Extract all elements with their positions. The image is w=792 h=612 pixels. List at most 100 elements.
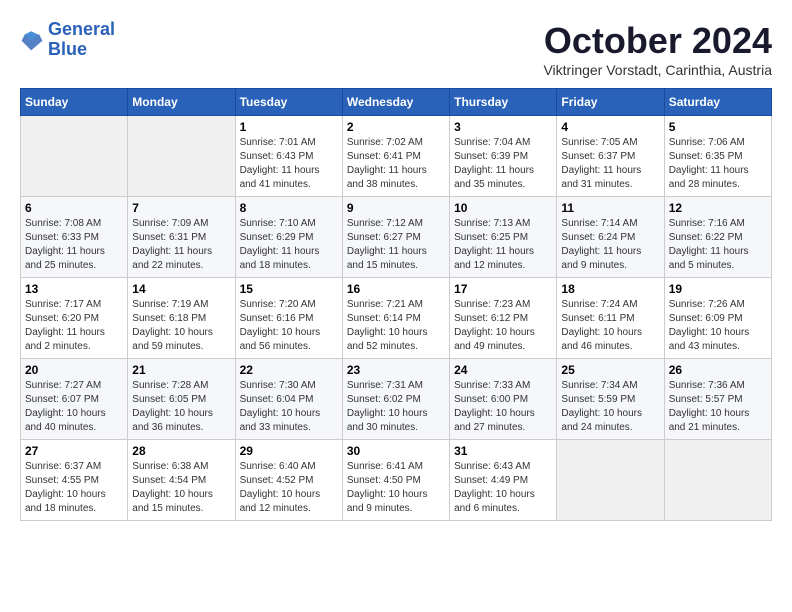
day-detail: Sunrise: 7:02 AMSunset: 6:41 PMDaylight:…	[347, 136, 445, 192]
day-detail: Sunrise: 7:05 AMSunset: 6:37 PMDaylight:…	[561, 136, 659, 192]
calendar-cell: 9 Sunrise: 7:12 AMSunset: 6:27 PMDaylight…	[342, 197, 449, 278]
calendar-cell: 27 Sunrise: 6:37 AMSunset: 4:55 PMDayligh…	[21, 440, 128, 521]
calendar-cell: 11 Sunrise: 7:14 AMSunset: 6:24 PMDayligh…	[557, 197, 664, 278]
day-number: 27	[25, 444, 123, 458]
calendar-cell: 29 Sunrise: 6:40 AMSunset: 4:52 PMDayligh…	[235, 440, 342, 521]
day-number: 21	[132, 363, 230, 377]
day-number: 13	[25, 282, 123, 296]
calendar-week-2: 6 Sunrise: 7:08 AMSunset: 6:33 PMDaylight…	[21, 197, 772, 278]
day-number: 15	[240, 282, 338, 296]
header-day-saturday: Saturday	[664, 89, 771, 116]
calendar-cell: 7 Sunrise: 7:09 AMSunset: 6:31 PMDaylight…	[128, 197, 235, 278]
day-number: 24	[454, 363, 552, 377]
header-day-wednesday: Wednesday	[342, 89, 449, 116]
day-number: 22	[240, 363, 338, 377]
day-detail: Sunrise: 7:17 AMSunset: 6:20 PMDaylight:…	[25, 298, 123, 354]
calendar-cell: 3 Sunrise: 7:04 AMSunset: 6:39 PMDaylight…	[450, 116, 557, 197]
day-detail: Sunrise: 7:01 AMSunset: 6:43 PMDaylight:…	[240, 136, 338, 192]
title-block: October 2024 Viktringer Vorstadt, Carint…	[543, 20, 772, 78]
calendar-cell: 6 Sunrise: 7:08 AMSunset: 6:33 PMDaylight…	[21, 197, 128, 278]
day-detail: Sunrise: 7:27 AMSunset: 6:07 PMDaylight:…	[25, 379, 123, 435]
calendar-cell	[128, 116, 235, 197]
header-day-monday: Monday	[128, 89, 235, 116]
day-number: 30	[347, 444, 445, 458]
day-detail: Sunrise: 7:33 AMSunset: 6:00 PMDaylight:…	[454, 379, 552, 435]
calendar-cell: 5Sunrise: 7:06 AMSunset: 6:35 PMDaylight…	[664, 116, 771, 197]
calendar-week-4: 20 Sunrise: 7:27 AMSunset: 6:07 PMDayligh…	[21, 359, 772, 440]
calendar-cell: 18Sunrise: 7:24 AMSunset: 6:11 PMDayligh…	[557, 278, 664, 359]
day-number: 11	[561, 201, 659, 215]
day-detail: Sunrise: 7:20 AMSunset: 6:16 PMDaylight:…	[240, 298, 338, 354]
calendar-week-3: 13 Sunrise: 7:17 AMSunset: 6:20 PMDayligh…	[21, 278, 772, 359]
day-number: 14	[132, 282, 230, 296]
calendar-cell: 24 Sunrise: 7:33 AMSunset: 6:00 PMDayligh…	[450, 359, 557, 440]
calendar-cell: 28 Sunrise: 6:38 AMSunset: 4:54 PMDayligh…	[128, 440, 235, 521]
day-number: 12	[669, 201, 767, 215]
calendar-cell: 13 Sunrise: 7:17 AMSunset: 6:20 PMDayligh…	[21, 278, 128, 359]
calendar-cell: 22Sunrise: 7:30 AMSunset: 6:04 PMDayligh…	[235, 359, 342, 440]
day-number: 10	[454, 201, 552, 215]
day-number: 3	[454, 120, 552, 134]
calendar-cell	[664, 440, 771, 521]
day-number: 4	[561, 120, 659, 134]
day-detail: Sunrise: 6:41 AMSunset: 4:50 PMDaylight:…	[347, 460, 445, 516]
day-detail: Sunrise: 7:04 AMSunset: 6:39 PMDaylight:…	[454, 136, 552, 192]
calendar-cell: 16 Sunrise: 7:21 AMSunset: 6:14 PMDayligh…	[342, 278, 449, 359]
calendar-cell: 23Sunrise: 7:31 AMSunset: 6:02 PMDayligh…	[342, 359, 449, 440]
calendar-cell: 1Sunrise: 7:01 AMSunset: 6:43 PMDaylight…	[235, 116, 342, 197]
header-day-tuesday: Tuesday	[235, 89, 342, 116]
calendar-cell: 31Sunrise: 6:43 AMSunset: 4:49 PMDayligh…	[450, 440, 557, 521]
calendar-cell: 19Sunrise: 7:26 AMSunset: 6:09 PMDayligh…	[664, 278, 771, 359]
calendar-cell	[21, 116, 128, 197]
day-detail: Sunrise: 7:24 AMSunset: 6:11 PMDaylight:…	[561, 298, 659, 354]
calendar-cell: 30 Sunrise: 6:41 AMSunset: 4:50 PMDayligh…	[342, 440, 449, 521]
day-number: 20	[25, 363, 123, 377]
day-number: 6	[25, 201, 123, 215]
calendar-cell: 26 Sunrise: 7:36 AMSunset: 5:57 PMDayligh…	[664, 359, 771, 440]
day-number: 28	[132, 444, 230, 458]
calendar-body: 1Sunrise: 7:01 AMSunset: 6:43 PMDaylight…	[21, 116, 772, 521]
calendar-cell	[557, 440, 664, 521]
calendar-cell: 20 Sunrise: 7:27 AMSunset: 6:07 PMDayligh…	[21, 359, 128, 440]
calendar-cell: 10 Sunrise: 7:13 AMSunset: 6:25 PMDayligh…	[450, 197, 557, 278]
calendar-cell: 8 Sunrise: 7:10 AMSunset: 6:29 PMDaylight…	[235, 197, 342, 278]
day-detail: Sunrise: 6:38 AMSunset: 4:54 PMDaylight:…	[132, 460, 230, 516]
day-number: 5	[669, 120, 767, 134]
day-number: 29	[240, 444, 338, 458]
header-day-sunday: Sunday	[21, 89, 128, 116]
day-number: 2	[347, 120, 445, 134]
day-detail: Sunrise: 6:37 AMSunset: 4:55 PMDaylight:…	[25, 460, 123, 516]
day-detail: Sunrise: 7:31 AMSunset: 6:02 PMDaylight:…	[347, 379, 445, 435]
day-number: 26	[669, 363, 767, 377]
day-detail: Sunrise: 7:10 AMSunset: 6:29 PMDaylight:…	[240, 217, 338, 273]
header-row: SundayMondayTuesdayWednesdayThursdayFrid…	[21, 89, 772, 116]
logo-text: General Blue	[48, 20, 115, 60]
day-detail: Sunrise: 7:09 AMSunset: 6:31 PMDaylight:…	[132, 217, 230, 273]
calendar-table: SundayMondayTuesdayWednesdayThursdayFrid…	[20, 88, 772, 521]
day-detail: Sunrise: 7:14 AMSunset: 6:24 PMDaylight:…	[561, 217, 659, 273]
calendar-cell: 12Sunrise: 7:16 AMSunset: 6:22 PMDayligh…	[664, 197, 771, 278]
day-detail: Sunrise: 6:43 AMSunset: 4:49 PMDaylight:…	[454, 460, 552, 516]
calendar-cell: 14 Sunrise: 7:19 AMSunset: 6:18 PMDayligh…	[128, 278, 235, 359]
day-detail: Sunrise: 7:12 AMSunset: 6:27 PMDaylight:…	[347, 217, 445, 273]
day-detail: Sunrise: 7:36 AMSunset: 5:57 PMDaylight:…	[669, 379, 767, 435]
day-detail: Sunrise: 6:40 AMSunset: 4:52 PMDaylight:…	[240, 460, 338, 516]
location-subtitle: Viktringer Vorstadt, Carinthia, Austria	[543, 62, 772, 78]
calendar-week-5: 27 Sunrise: 6:37 AMSunset: 4:55 PMDayligh…	[21, 440, 772, 521]
day-number: 8	[240, 201, 338, 215]
calendar-header: SundayMondayTuesdayWednesdayThursdayFrid…	[21, 89, 772, 116]
day-number: 9	[347, 201, 445, 215]
day-detail: Sunrise: 7:13 AMSunset: 6:25 PMDaylight:…	[454, 217, 552, 273]
day-detail: Sunrise: 7:28 AMSunset: 6:05 PMDaylight:…	[132, 379, 230, 435]
day-number: 19	[669, 282, 767, 296]
day-number: 16	[347, 282, 445, 296]
calendar-cell: 17Sunrise: 7:23 AMSunset: 6:12 PMDayligh…	[450, 278, 557, 359]
logo: General Blue	[20, 20, 115, 60]
day-detail: Sunrise: 7:21 AMSunset: 6:14 PMDaylight:…	[347, 298, 445, 354]
calendar-cell: 2 Sunrise: 7:02 AMSunset: 6:41 PMDaylight…	[342, 116, 449, 197]
day-detail: Sunrise: 7:23 AMSunset: 6:12 PMDaylight:…	[454, 298, 552, 354]
logo-icon	[20, 28, 44, 52]
day-number: 7	[132, 201, 230, 215]
day-detail: Sunrise: 7:08 AMSunset: 6:33 PMDaylight:…	[25, 217, 123, 273]
day-detail: Sunrise: 7:19 AMSunset: 6:18 PMDaylight:…	[132, 298, 230, 354]
